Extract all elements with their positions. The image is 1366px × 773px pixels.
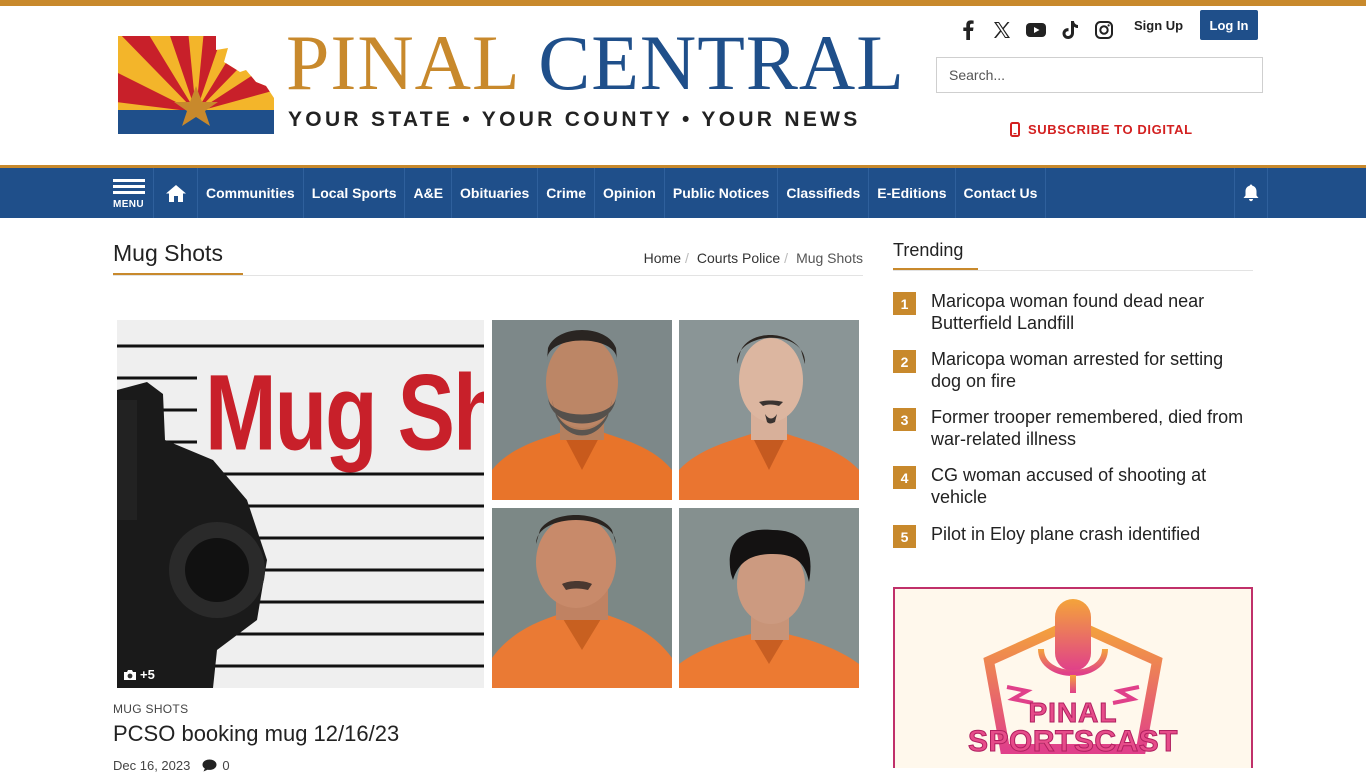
sign-up-link[interactable]: Sign Up [1134,18,1183,33]
main-navigation: MENU Communities Local Sports A&E Obitua… [0,165,1366,218]
booking-photo-2 [679,320,859,500]
trending-rank: 2 [893,350,916,373]
log-in-button[interactable]: Log In [1200,10,1258,40]
trending-headline[interactable]: Former trooper remembered, died from war… [931,406,1251,450]
nav-item-contact-us[interactable]: Contact Us [956,168,1047,218]
bell-icon [1243,184,1259,202]
nav-item-classifieds[interactable]: Classifieds [778,168,870,218]
nav-item-local-sports[interactable]: Local Sports [304,168,406,218]
gallery-main-image[interactable]: Mug Sho +5 [117,320,484,688]
nav-item-public-notices[interactable]: Public Notices [665,168,779,218]
trending-item[interactable]: 3 Former trooper remembered, died from w… [893,406,1253,450]
article-headline[interactable]: PCSO booking mug 12/16/23 [113,721,399,747]
trending-headline[interactable]: Maricopa woman found dead near Butterfie… [931,290,1251,334]
trending-title: Trending [893,240,964,260]
trending-rank: 4 [893,466,916,489]
mobile-phone-icon [1010,122,1020,137]
booking-photo-1 [492,320,672,500]
gallery-thumbnail-1[interactable] [492,320,672,500]
trending-rank: 1 [893,292,916,315]
facebook-icon[interactable] [958,20,978,40]
nav-item-crime[interactable]: Crime [538,168,595,218]
menu-label: MENU [112,199,145,210]
trending-headline[interactable]: Pilot in Eloy plane crash identified [931,523,1251,548]
subscribe-label: SUBSCRIBE TO DIGITAL [1028,122,1193,137]
trending-item[interactable]: 4 CG woman accused of shooting at vehicl… [893,464,1253,508]
nav-item-obituaries[interactable]: Obituaries [452,168,539,218]
comment-icon [202,759,217,772]
trending-rank: 5 [893,525,916,548]
ad-line-sportscast: SPORTSCAST [967,725,1179,759]
logo-tagline: YOUR STATE • YOUR COUNTY • YOUR NEWS [288,108,861,131]
trending-headline[interactable]: Maricopa woman arrested for setting dog … [931,348,1251,392]
arizona-flag-logo-icon [118,36,274,134]
youtube-icon[interactable] [1026,20,1046,40]
site-header: PINAL CENTRAL YOUR STATE • YOUR COUNTY •… [0,6,1366,165]
breadcrumb: Home / Courts Police / Mug Shots [643,250,863,266]
social-links [958,16,1128,44]
gallery-thumbnail-2[interactable] [679,320,859,500]
subscribe-digital-link[interactable]: SUBSCRIBE TO DIGITAL [1010,122,1193,137]
site-logo[interactable]: PINAL CENTRAL YOUR STATE • YOUR COUNTY •… [116,22,904,140]
gallery-thumbnail-3[interactable] [492,508,672,688]
logo-word-pinal: PINAL [286,19,518,106]
hamburger-icon [112,176,145,197]
home-icon [165,184,186,202]
breadcrumb-current: Mug Shots [796,250,863,266]
tiktok-icon[interactable] [1060,20,1080,40]
search-input[interactable] [936,57,1263,93]
camera-icon [124,669,136,680]
breadcrumb-home[interactable]: Home [644,250,681,266]
breadcrumb-courts-police[interactable]: Courts Police [697,250,780,266]
advertisement-pinal-sportscast[interactable]: PINAL SPORTSCAST [893,587,1253,768]
notifications-button[interactable] [1234,168,1268,218]
nav-item-e-editions[interactable]: E-Editions [869,168,956,218]
nav-item-ae[interactable]: A&E [405,168,453,218]
booking-photo-3 [492,508,672,688]
comment-count[interactable]: 0 [222,758,229,773]
trending-divider [893,270,1253,271]
booking-photo-4 [679,508,859,688]
trending-headline[interactable]: CG woman accused of shooting at vehicle [931,464,1251,508]
trending-rank: 3 [893,408,916,431]
page-title: Mug Shots [113,240,223,266]
instagram-icon[interactable] [1094,20,1114,40]
photo-gallery[interactable]: Mug Sho +5 [117,320,859,688]
gallery-thumbnail-4[interactable] [679,508,859,688]
trending-item[interactable]: 1 Maricopa woman found dead near Butterf… [893,290,1253,334]
article-date: Dec 16, 2023 [113,758,191,773]
main-image-caption-text: Mug Sho [205,353,484,474]
nav-item-communities[interactable]: Communities [198,168,304,218]
title-divider [113,275,863,276]
trending-item[interactable]: 2 Maricopa woman arrested for setting do… [893,348,1253,392]
x-icon[interactable] [992,20,1012,40]
home-button[interactable] [154,168,198,218]
logo-word-central: CENTRAL [538,19,905,106]
photo-count-badge: +5 [123,667,155,682]
logo-wordmark: PINAL CENTRAL [286,22,905,104]
article-meta: Dec 16, 2023 0 [113,758,230,773]
nav-item-opinion[interactable]: Opinion [595,168,665,218]
photo-count: +5 [140,667,155,682]
trending-item[interactable]: 5 Pilot in Eloy plane crash identified [893,523,1253,548]
menu-button[interactable]: MENU [104,168,154,218]
article-category[interactable]: MUG SHOTS [113,702,188,716]
